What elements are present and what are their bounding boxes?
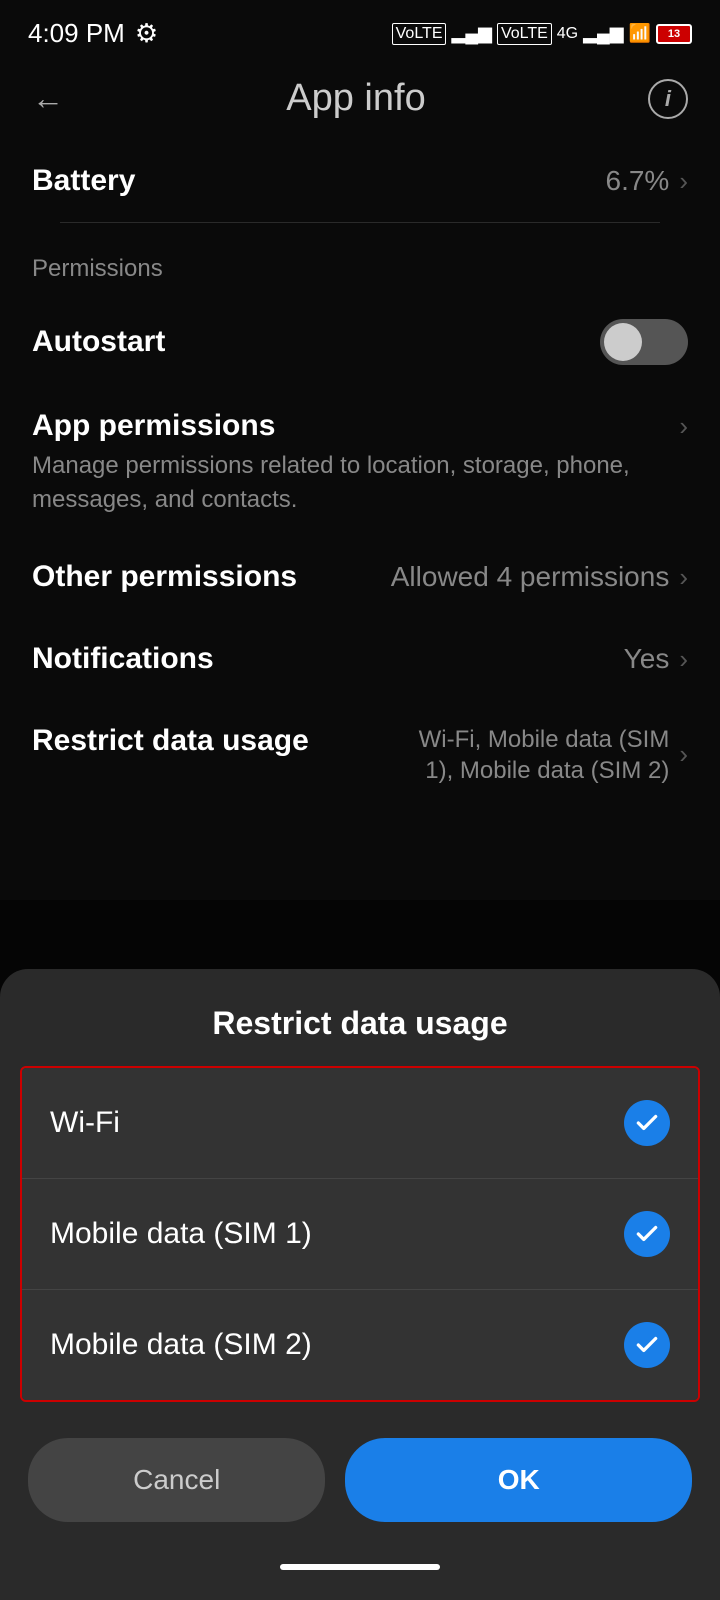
data-usage-options-list: Wi-Fi Mobile data (SIM 1) Mobile data (S…: [20, 1066, 700, 1402]
page-title: App info: [286, 77, 425, 120]
wifi-icon: 📶: [629, 23, 651, 44]
cancel-button[interactable]: Cancel: [28, 1438, 325, 1522]
home-bar: [280, 1564, 440, 1570]
app-permissions-row-top: App permissions ›: [32, 409, 688, 443]
app-permissions-chevron-icon: ›: [679, 411, 688, 442]
volte-icon-2: VoLTE: [497, 23, 552, 45]
signal-bar-1: ▂▄▆: [451, 23, 491, 44]
other-permissions-chevron-icon: ›: [679, 562, 688, 593]
volte-icon: VoLTE: [392, 23, 447, 45]
settings-gear-icon: ⚙: [135, 18, 158, 49]
battery-chevron-icon: ›: [679, 166, 688, 197]
app-permissions-row[interactable]: App permissions › Manage permissions rel…: [32, 389, 688, 536]
battery-icon: 13: [656, 24, 692, 44]
status-left: 4:09 PM ⚙: [28, 18, 158, 49]
restrict-data-row[interactable]: Restrict data usage Wi-Fi, Mobile data (…: [32, 700, 688, 810]
lte-label: 4G: [557, 25, 578, 43]
time-label: 4:09 PM: [28, 18, 125, 49]
battery-value: 6.7% ›: [606, 165, 689, 197]
other-permissions-label: Other permissions: [32, 560, 297, 594]
info-button[interactable]: i: [648, 79, 688, 119]
autostart-toggle[interactable]: [600, 319, 688, 365]
home-indicator: [0, 1550, 720, 1580]
wifi-option[interactable]: Wi-Fi: [22, 1068, 698, 1178]
back-button[interactable]: ←: [32, 80, 64, 117]
other-permissions-row[interactable]: Other permissions Allowed 4 permissions …: [32, 536, 688, 618]
sim2-check-icon: [624, 1322, 670, 1368]
notifications-value: Yes ›: [624, 643, 688, 675]
app-permissions-desc: Manage permissions related to location, …: [32, 449, 688, 516]
bottom-sheet-title: Restrict data usage: [0, 969, 720, 1066]
battery-label: Battery: [32, 164, 135, 198]
bottom-buttons: Cancel OK: [0, 1422, 720, 1550]
status-right: VoLTE ▂▄▆ VoLTE 4G ▂▄▆ 📶 13: [392, 23, 692, 45]
mobile-data-sim2-label: Mobile data (SIM 2): [50, 1328, 312, 1362]
settings-content: Battery 6.7% › Permissions Autostart App…: [0, 140, 720, 811]
app-permissions-label: App permissions: [32, 409, 275, 443]
signal-bar-2: ▂▄▆: [583, 23, 623, 44]
wifi-option-label: Wi-Fi: [50, 1106, 120, 1140]
mobile-data-sim1-label: Mobile data (SIM 1): [50, 1217, 312, 1251]
autostart-row[interactable]: Autostart: [32, 295, 688, 389]
wifi-check-icon: [624, 1100, 670, 1146]
mobile-data-sim1-option[interactable]: Mobile data (SIM 1): [22, 1178, 698, 1289]
ok-button[interactable]: OK: [345, 1438, 692, 1522]
status-bar: 4:09 PM ⚙ VoLTE ▂▄▆ VoLTE 4G ▂▄▆ 📶 13: [0, 0, 720, 59]
notifications-label: Notifications: [32, 642, 214, 676]
toggle-knob: [604, 323, 642, 361]
sim1-check-icon: [624, 1211, 670, 1257]
restrict-data-value: Wi-Fi, Mobile data (SIM 1), Mobile data …: [408, 724, 688, 786]
battery-row[interactable]: Battery 6.7% ›: [32, 140, 688, 222]
restrict-data-chevron-icon: ›: [679, 738, 688, 772]
autostart-label: Autostart: [32, 325, 165, 359]
restrict-data-label: Restrict data usage: [32, 724, 309, 758]
notifications-row[interactable]: Notifications Yes ›: [32, 618, 688, 700]
notifications-chevron-icon: ›: [679, 644, 688, 675]
permissions-section-label: Permissions: [32, 223, 688, 295]
bottom-sheet: Restrict data usage Wi-Fi Mobile data (S…: [0, 969, 720, 1600]
top-nav: ← App info i: [0, 59, 720, 140]
battery-container: 13: [656, 24, 692, 44]
mobile-data-sim2-option[interactable]: Mobile data (SIM 2): [22, 1289, 698, 1400]
other-permissions-value: Allowed 4 permissions ›: [391, 561, 688, 593]
